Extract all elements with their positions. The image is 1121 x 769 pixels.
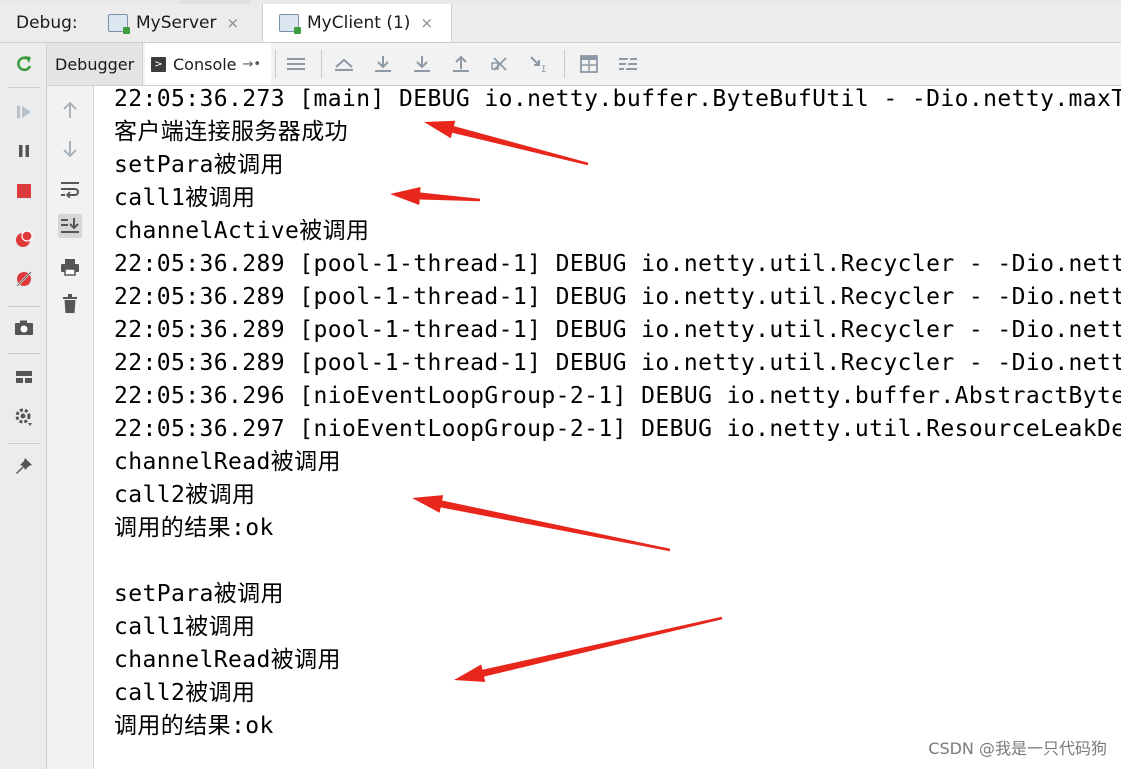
debug-left-toolbar <box>0 43 47 769</box>
run-to-cursor-icon[interactable]: I <box>527 52 551 76</box>
debug-label: Debug: <box>16 13 78 33</box>
console-line: 调用的结果:ok <box>114 515 274 541</box>
close-icon[interactable]: × <box>226 14 239 32</box>
show-execution-point-icon[interactable] <box>332 52 356 76</box>
down-arrow-icon[interactable] <box>58 137 82 161</box>
tab-label: MyServer <box>136 13 217 33</box>
console-line: 22:05:36.289 [pool-1-thread-1] DEBUG io.… <box>114 350 1121 376</box>
layout-icon[interactable] <box>13 366 35 388</box>
up-arrow-icon[interactable] <box>58 98 82 122</box>
console-line: call2被调用 <box>114 680 256 706</box>
console-line: 22:05:36.289 [pool-1-thread-1] DEBUG io.… <box>114 284 1121 310</box>
drop-frame-icon[interactable] <box>488 52 512 76</box>
soft-wrap-icon[interactable] <box>58 177 82 201</box>
console-line: channelActive被调用 <box>114 218 370 244</box>
console-line: call1被调用 <box>114 185 256 211</box>
run-config-icon <box>279 14 301 34</box>
resume-icon[interactable] <box>13 101 35 123</box>
debug-tool-window-header: Debug: MyServer × MyClient (1) × <box>0 4 1121 43</box>
evaluate-expression-icon[interactable] <box>577 52 601 76</box>
scroll-to-end-icon[interactable] <box>58 214 82 238</box>
console-line: 22:05:36.289 [pool-1-thread-1] DEBUG io.… <box>114 251 1121 277</box>
rerun-icon[interactable] <box>13 53 35 75</box>
close-icon[interactable]: × <box>420 14 433 32</box>
camera-icon[interactable] <box>13 317 35 339</box>
svg-text:I: I <box>541 65 546 73</box>
console-line: setPara被调用 <box>114 581 284 607</box>
console-gutter-toolbar <box>47 86 94 769</box>
pause-icon[interactable] <box>13 140 35 162</box>
run-config-icon <box>108 14 130 34</box>
watermark: CSDN @我是一只代码狗 <box>928 739 1107 758</box>
console-line: setPara被调用 <box>114 152 284 178</box>
console-line: 22:05:36.273 [main] DEBUG io.netty.buffe… <box>114 86 1121 112</box>
menu-lines-icon[interactable] <box>284 52 308 76</box>
console-line: call2被调用 <box>114 482 256 508</box>
tab-debugger[interactable]: Debugger <box>47 43 143 85</box>
tab-label: MyClient (1) <box>307 13 411 33</box>
settings-icon[interactable] <box>13 406 35 428</box>
console-line: 调用的结果:ok <box>114 713 274 739</box>
console-icon: > <box>151 56 166 72</box>
step-over-icon[interactable] <box>371 52 395 76</box>
trace-stream-icon[interactable] <box>616 52 640 76</box>
tab-myclient[interactable]: MyClient (1) × <box>262 4 452 42</box>
debug-sub-toolbar: Debugger > Console →• I <box>47 43 1121 86</box>
trash-icon[interactable] <box>58 292 82 316</box>
mute-breakpoints-icon[interactable] <box>13 268 35 290</box>
stop-icon[interactable] <box>13 180 35 202</box>
console-line: call1被调用 <box>114 614 256 640</box>
view-breakpoints-icon[interactable] <box>13 228 35 250</box>
console-line: 22:05:36.289 [pool-1-thread-1] DEBUG io.… <box>114 317 1121 343</box>
pin-icon[interactable] <box>13 455 35 477</box>
console-line: 22:05:36.297 [nioEventLoopGroup-2-1] DEB… <box>114 416 1121 442</box>
tab-myserver[interactable]: MyServer × <box>108 4 239 42</box>
restore-layout-icon[interactable]: →• <box>243 57 262 72</box>
step-into-icon[interactable] <box>410 52 434 76</box>
console-line: channelRead被调用 <box>114 647 341 673</box>
step-out-icon[interactable] <box>449 52 473 76</box>
print-icon[interactable] <box>58 255 82 279</box>
tab-console[interactable]: > Console →• <box>145 43 271 85</box>
console-output[interactable]: 22:05:36.273 [main] DEBUG io.netty.buffe… <box>94 86 1121 769</box>
console-tab-label: Console <box>173 54 237 74</box>
console-line: channelRead被调用 <box>114 449 341 475</box>
console-line: 22:05:36.296 [nioEventLoopGroup-2-1] DEB… <box>114 383 1121 409</box>
console-line: 客户端连接服务器成功 <box>114 119 348 145</box>
